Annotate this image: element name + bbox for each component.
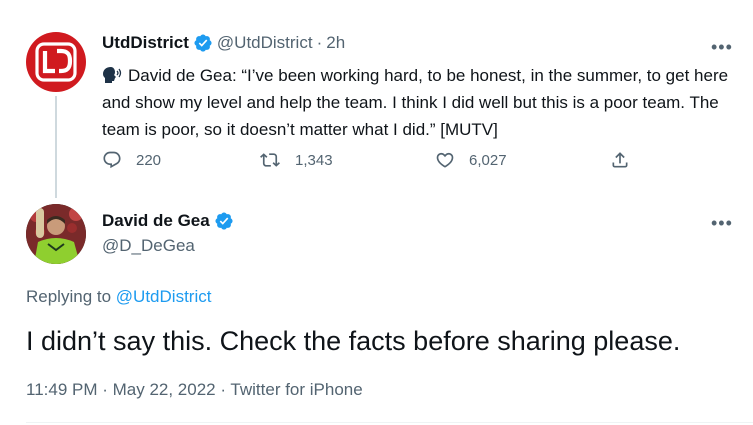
divider	[26, 422, 753, 423]
replying-to-mention-link[interactable]: @UtdDistrict	[116, 287, 212, 306]
tweet2-more-options-button[interactable]: •••	[711, 214, 733, 232]
avatar-photo	[26, 204, 86, 264]
tweet2-author: David de Gea	[102, 211, 234, 231]
heart-icon	[436, 152, 454, 168]
retweet-icon	[260, 153, 280, 167]
tweet2-handle[interactable]: @D_DeGea	[102, 236, 195, 256]
tweet1-text: David de Gea: “I’ve been working hard, t…	[102, 62, 732, 143]
thread-connector-line	[55, 96, 57, 198]
like-button[interactable]: 6,027	[435, 150, 507, 170]
share-button[interactable]	[610, 150, 630, 170]
tweet1-text-content: David de Gea: “I’ve been working hard, t…	[102, 66, 729, 139]
speaking-head-icon	[102, 65, 122, 83]
like-count: 6,027	[469, 151, 507, 169]
tweet1-actions: 220 1,343 6,027	[102, 150, 662, 174]
tweet1-handle[interactable]: @UtdDistrict	[217, 33, 313, 53]
david-de-gea-avatar[interactable]	[26, 204, 86, 264]
tweet1-timestamp[interactable]: 2h	[326, 33, 345, 53]
retweet-count: 1,343	[295, 151, 333, 169]
tweet1-header: UtdDistrict @UtdDistrict · 2h	[102, 33, 345, 53]
replying-to-label: Replying to	[26, 287, 112, 306]
tweet1-dot-separator: ·	[316, 33, 323, 52]
replying-to-line: Replying to @UtdDistrict	[26, 287, 211, 307]
verified-badge-icon	[193, 33, 213, 53]
tweet1-author-name[interactable]: UtdDistrict	[102, 33, 189, 53]
reply-count: 220	[136, 151, 162, 169]
tweet2-author-name[interactable]: David de Gea	[102, 211, 210, 231]
utddistrict-avatar[interactable]	[26, 32, 86, 92]
reply-button[interactable]: 220	[102, 150, 161, 170]
verified-badge-icon	[214, 211, 234, 231]
tweet2-timestamp-source[interactable]: 11:49 PM · May 22, 2022 · Twitter for iP…	[26, 380, 363, 400]
share-icon	[612, 152, 628, 168]
retweet-button[interactable]: 1,343	[259, 150, 333, 170]
tweet2-text: I didn’t say this. Check the facts befor…	[26, 326, 681, 356]
tweet1-more-options-button[interactable]: •••	[711, 38, 733, 56]
reply-icon	[103, 151, 121, 169]
ud-logo	[35, 42, 77, 82]
